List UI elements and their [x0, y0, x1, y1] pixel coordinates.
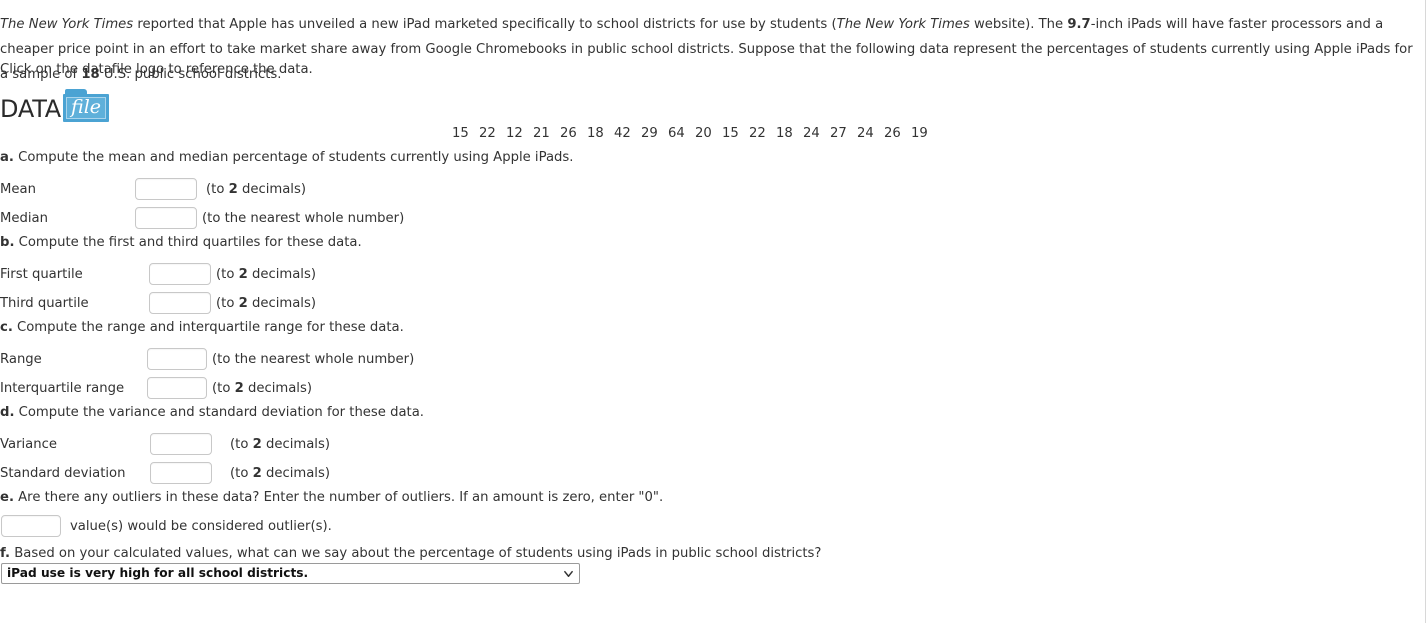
- outliers-row: value(s) would be considered outlier(s).: [0, 514, 332, 538]
- median-label: Median: [0, 210, 48, 226]
- variance-hint: (to 2 decimals): [230, 436, 330, 452]
- part-c-letter: c.: [0, 320, 13, 335]
- datafile-file-word: file: [71, 96, 102, 118]
- variance-label: Variance: [0, 436, 57, 452]
- part-b-text: Compute the first and third quartiles fo…: [14, 235, 362, 250]
- data-value: 20: [695, 126, 712, 141]
- standard-deviation-label: Standard deviation: [0, 465, 126, 481]
- outliers-count-input[interactable]: [1, 515, 61, 537]
- datafile-logo[interactable]: DATA file: [0, 88, 110, 123]
- range-input[interactable]: [147, 348, 207, 370]
- part-a-letter: a.: [0, 150, 14, 165]
- data-value: 24: [857, 126, 874, 141]
- part-a-question: a. Compute the mean and median percentag…: [0, 150, 573, 165]
- data-value: 18: [587, 126, 604, 141]
- interquartile-range-hint: (to 2 decimals): [212, 380, 312, 396]
- folder-icon: file: [63, 89, 110, 122]
- ipad-size-value: 9.7: [1067, 17, 1091, 32]
- part-c-question: c. Compute the range and interquartile r…: [0, 320, 404, 335]
- mean-label: Mean: [0, 181, 36, 197]
- data-value: 22: [749, 126, 766, 141]
- median-input[interactable]: [135, 207, 197, 229]
- third-quartile-input[interactable]: [149, 292, 211, 314]
- data-value: 64: [668, 126, 685, 141]
- intro-text-1: reported that Apple has unveiled a new i…: [133, 17, 837, 32]
- data-value: 22: [479, 126, 496, 141]
- part-d-letter: d.: [0, 405, 15, 420]
- data-value: 18: [776, 126, 793, 141]
- part-c-text: Compute the range and interquartile rang…: [12, 320, 404, 335]
- part-b-letter: b.: [0, 235, 15, 250]
- part-f-text: Based on your calculated values, what ca…: [10, 546, 822, 561]
- part-e-text: Are there any outliers in these data? En…: [13, 490, 664, 505]
- standard-deviation-row: Standard deviation (to 2 decimals): [0, 461, 330, 485]
- datafile-word: DATA: [0, 95, 62, 123]
- data-value: 15: [452, 126, 469, 141]
- mean-input[interactable]: [135, 178, 197, 200]
- part-f-question: f. Based on your calculated values, what…: [0, 546, 821, 561]
- outliers-suffix-text: value(s) would be considered outlier(s).: [70, 518, 332, 534]
- third-quartile-label: Third quartile: [0, 295, 89, 311]
- range-label: Range: [0, 351, 42, 367]
- standard-deviation-input[interactable]: [150, 462, 212, 484]
- data-value: 21: [533, 126, 550, 141]
- conclusion-select[interactable]: iPad use is very high for all school dis…: [1, 563, 580, 584]
- conclusion-select-wrapper[interactable]: iPad use is very high for all school dis…: [1, 563, 580, 584]
- data-value: 42: [614, 126, 631, 141]
- nyt-mention-1: The New York Times: [0, 17, 134, 32]
- data-value: 12: [506, 126, 523, 141]
- data-value: 19: [911, 126, 928, 141]
- question-page: The New York Times reported that Apple h…: [0, 0, 1426, 623]
- standard-deviation-hint: (to 2 decimals): [230, 465, 330, 481]
- datafile-instruction: Click on the datafile logo to reference …: [0, 62, 313, 77]
- first-quartile-input[interactable]: [149, 263, 211, 285]
- mean-hint: (to 2 decimals): [206, 181, 306, 197]
- interquartile-range-label: Interquartile range: [0, 380, 125, 396]
- median-hint: (to the nearest whole number): [202, 210, 405, 226]
- data-values-row: 15 22 12 21 26 18 42 29 64 20 15 22 18 24 27 24 26 19: [452, 126, 938, 141]
- interquartile-range-row: Interquartile range (to 2 decimals): [0, 376, 312, 400]
- part-f-letter: f.: [0, 546, 11, 561]
- part-d-text: Compute the variance and standard deviat…: [14, 405, 424, 420]
- mean-row: Mean (to 2 decimals): [0, 177, 306, 201]
- first-quartile-row: First quartile (to 2 decimals): [0, 262, 316, 286]
- part-e-question: e. Are there any outliers in these data?…: [0, 490, 663, 505]
- variance-input[interactable]: [150, 433, 212, 455]
- data-value: 27: [830, 126, 847, 141]
- variance-row: Variance (to 2 decimals): [0, 432, 330, 456]
- data-value: 26: [884, 126, 901, 141]
- median-row: Median (to the nearest whole number): [0, 206, 404, 230]
- nyt-mention-2: The New York Times: [836, 17, 970, 32]
- interquartile-range-input[interactable]: [147, 377, 207, 399]
- third-quartile-row: Third quartile (to 2 decimals): [0, 291, 316, 315]
- part-d-question: d. Compute the variance and standard dev…: [0, 405, 424, 420]
- data-value: 24: [803, 126, 820, 141]
- first-quartile-label: First quartile: [0, 266, 83, 282]
- data-value: 15: [722, 126, 739, 141]
- third-quartile-hint: (to 2 decimals): [216, 295, 316, 311]
- range-hint: (to the nearest whole number): [212, 351, 415, 367]
- part-e-letter: e.: [0, 490, 14, 505]
- first-quartile-hint: (to 2 decimals): [216, 266, 316, 282]
- part-a-text: Compute the mean and median percentage o…: [13, 150, 574, 165]
- range-row: Range (to the nearest whole number): [0, 347, 414, 371]
- part-b-question: b. Compute the first and third quartiles…: [0, 235, 362, 250]
- data-value: 26: [560, 126, 577, 141]
- intro-text-2: website). The: [969, 17, 1068, 32]
- data-value: 29: [641, 126, 658, 141]
